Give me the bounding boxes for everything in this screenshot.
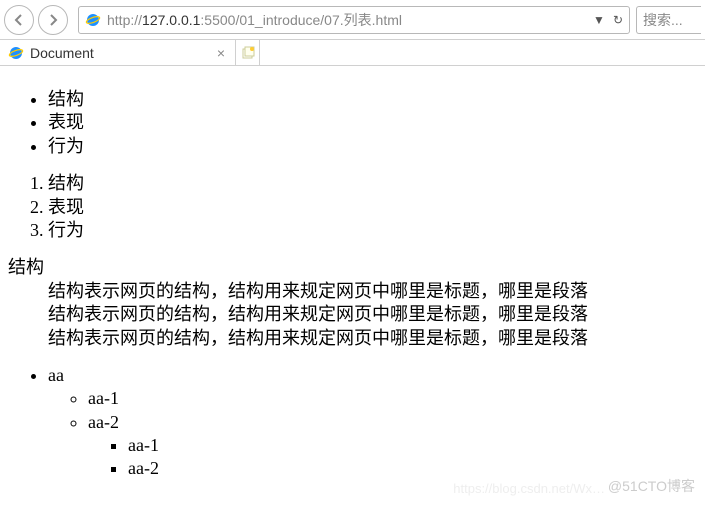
nested-list-level2: aa-1 aa-2 aa-1 aa-2: [48, 387, 705, 481]
definition-desc: 结构表示网页的结构，结构用来规定网页中哪里是标题，哪里是段落: [48, 303, 705, 326]
search-placeholder: 搜索...: [643, 10, 683, 30]
nested-list-level3: aa-1 aa-2: [88, 434, 705, 481]
definition-term: 结构: [8, 256, 705, 279]
tab-strip: Document ×: [0, 40, 705, 66]
tab-active[interactable]: Document ×: [0, 40, 236, 65]
list-item: aa-1: [128, 434, 705, 457]
back-arrow-icon: [12, 13, 26, 27]
list-item: 表现: [48, 111, 705, 134]
tab-close-button[interactable]: ×: [215, 45, 227, 61]
back-button[interactable]: [4, 5, 34, 35]
refresh-button[interactable]: ↻: [613, 13, 623, 27]
ie-icon: [85, 12, 101, 28]
page-content: 结构 表现 行为 结构 表现 行为 结构 结构表示网页的结构，结构用来规定网页中…: [0, 66, 705, 503]
unordered-list: 结构 表现 行为: [8, 88, 705, 158]
definition-desc: 结构表示网页的结构，结构用来规定网页中哪里是标题，哪里是段落: [48, 280, 705, 303]
address-bar[interactable]: http://127.0.0.1:5500/01_introduce/07.列表…: [78, 6, 630, 34]
list-item-label: aa: [48, 365, 64, 385]
browser-toolbar: http://127.0.0.1:5500/01_introduce/07.列表…: [0, 0, 705, 40]
list-item: 结构: [48, 88, 705, 111]
new-tab-button[interactable]: [236, 40, 260, 65]
list-item: aa-2: [128, 457, 705, 480]
definition-list: 结构 结构表示网页的结构，结构用来规定网页中哪里是标题，哪里是段落 结构表示网页…: [8, 256, 705, 350]
list-item: 行为: [48, 219, 705, 242]
nested-list: aa aa-1 aa-2 aa-1 aa-2: [8, 364, 705, 481]
ie-icon: [8, 45, 24, 61]
search-input[interactable]: 搜索...: [636, 6, 701, 34]
forward-arrow-icon: [46, 13, 60, 27]
list-item: aa-2 aa-1 aa-2: [88, 411, 705, 481]
forward-button[interactable]: [38, 5, 68, 35]
list-item-label: aa-2: [88, 412, 119, 432]
ordered-list: 结构 表现 行为: [8, 172, 705, 242]
list-item: aa-1: [88, 387, 705, 410]
definition-desc: 结构表示网页的结构，结构用来规定网页中哪里是标题，哪里是段落: [48, 327, 705, 350]
url-text: http://127.0.0.1:5500/01_introduce/07.列表…: [107, 10, 587, 30]
list-item: 结构: [48, 172, 705, 195]
list-item: 表现: [48, 196, 705, 219]
tab-title: Document: [30, 45, 215, 61]
url-dropdown-icon[interactable]: ▼: [593, 13, 605, 27]
list-item: 行为: [48, 135, 705, 158]
list-item: aa aa-1 aa-2 aa-1 aa-2: [48, 364, 705, 481]
new-tab-icon: [241, 46, 255, 60]
